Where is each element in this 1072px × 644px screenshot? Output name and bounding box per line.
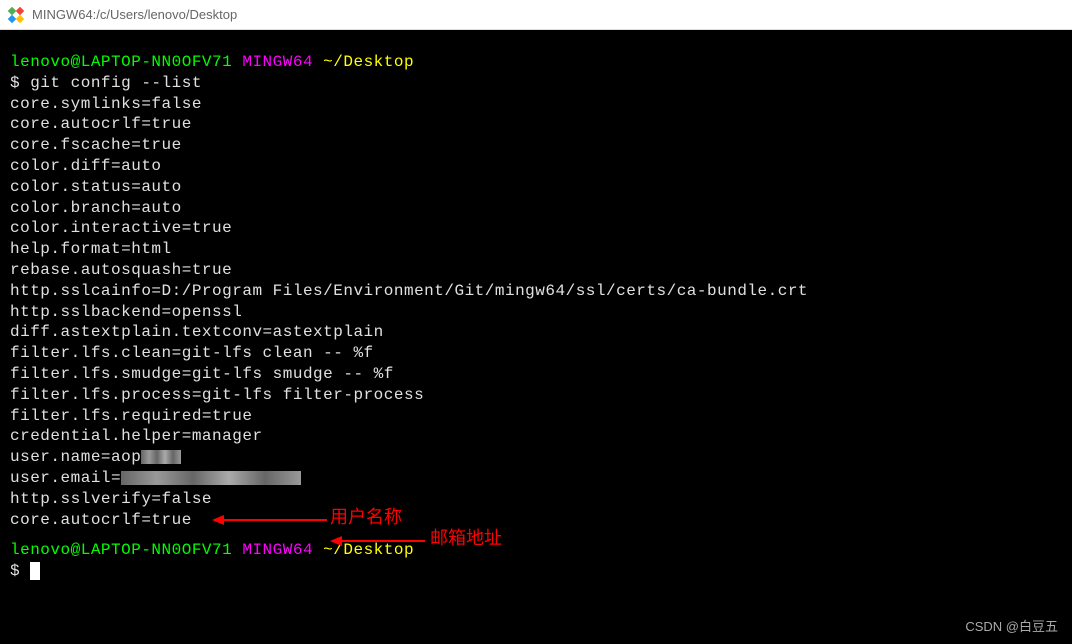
output-line: diff.astextplain.textconv=astextplain [10,322,1072,343]
output-line: filter.lfs.required=true [10,406,1072,427]
output-line: filter.lfs.clean=git-lfs clean -- %f [10,343,1072,364]
window-title: MINGW64:/c/Users/lenovo/Desktop [32,7,237,22]
output-line: core.fscache=true [10,135,1072,156]
user-email-line: user.email= [10,468,1072,489]
prompt-user-host: lenovo@LAPTOP-NN0OFV71 [10,53,232,71]
app-icon [8,7,24,23]
terminal-area[interactable]: lenovo@LAPTOP-NN0OFV71 MINGW64 ~/Desktop… [0,30,1072,644]
output-line: rebase.autosquash=true [10,260,1072,281]
prompt-line-2: lenovo@LAPTOP-NN0OFV71 MINGW64 ~/Desktop [10,540,1072,561]
output-line: filter.lfs.smudge=git-lfs smudge -- %f [10,364,1072,385]
prompt-env: MINGW64 [242,53,313,71]
window-titlebar[interactable]: MINGW64:/c/Users/lenovo/Desktop [0,0,1072,30]
output-line: http.sslbackend=openssl [10,302,1072,323]
watermark: CSDN @白豆五 [965,619,1058,636]
prompt-path: ~/Desktop [323,541,414,559]
output-line: color.interactive=true [10,218,1072,239]
output-line: color.branch=auto [10,198,1072,219]
prompt-user-host: lenovo@LAPTOP-NN0OFV71 [10,541,232,559]
command-line: $ git config --list [10,73,1072,94]
output-line: help.format=html [10,239,1072,260]
prompt-line-1: lenovo@LAPTOP-NN0OFV71 MINGW64 ~/Desktop [10,52,1072,73]
prompt-env: MINGW64 [242,541,313,559]
command-line-2: $ [10,561,1072,582]
output-line: credential.helper=manager [10,426,1072,447]
output-line: core.symlinks=false [10,94,1072,115]
output-line: color.status=auto [10,177,1072,198]
output-line: http.sslcainfo=D:/Program Files/Environm… [10,281,1072,302]
redacted-email [121,471,301,485]
output-line: core.autocrlf=true [10,510,1072,531]
output-line: filter.lfs.process=git-lfs filter-proces… [10,385,1072,406]
output-line: color.diff=auto [10,156,1072,177]
cursor [30,562,40,580]
prompt-path: ~/Desktop [323,53,414,71]
redacted-username [141,450,181,464]
user-name-line: user.name=aop [10,447,1072,468]
output-line: core.autocrlf=true [10,114,1072,135]
output-line: http.sslverify=false [10,489,1072,510]
